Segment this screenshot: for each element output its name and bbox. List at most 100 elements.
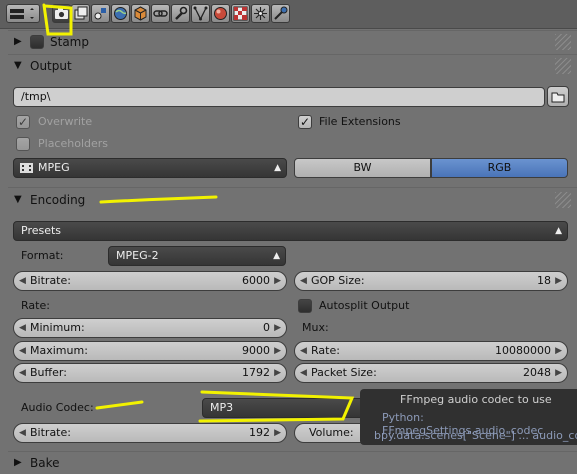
audio-codec-value: MP3 (210, 401, 234, 414)
mux-label: Mux: (302, 321, 329, 334)
collapse-triangle-icon[interactable]: ▼ (14, 189, 22, 211)
packet-size-value: 2048 (523, 366, 551, 379)
particles-icon[interactable] (251, 4, 270, 23)
decrement-arrow-icon[interactable]: ◀ (19, 424, 26, 442)
output-path-field[interactable]: /tmp\ (13, 87, 545, 107)
scene-icon[interactable] (91, 4, 110, 23)
mux-rate-label: Rate: (311, 344, 340, 357)
file-format-dropdown[interactable]: MPEG ▲︎ (13, 158, 287, 178)
constraints-icon[interactable] (151, 4, 170, 23)
stamp-title: Stamp (50, 35, 89, 49)
decrement-arrow-icon[interactable]: ◀ (300, 342, 307, 360)
increment-arrow-icon[interactable]: ▶ (274, 272, 281, 290)
expand-triangle-icon[interactable]: ▶ (14, 31, 22, 53)
decrement-arrow-icon[interactable]: ◀ (300, 364, 307, 382)
overwrite-checkbox[interactable]: ✓ (16, 115, 30, 129)
increment-arrow-icon[interactable]: ▶ (274, 342, 281, 360)
object-icon[interactable] (131, 4, 150, 23)
presets-label: Presets (21, 224, 62, 237)
stamp-panel-header[interactable]: ▶ Stamp (8, 31, 575, 53)
gop-size-field[interactable]: ◀ GOP Size: 18 ▶ (294, 271, 568, 291)
volume-label: Volume: (309, 426, 354, 439)
stamp-checkbox[interactable] (30, 35, 44, 49)
collapse-triangle-icon[interactable]: ▼ (14, 55, 22, 77)
decrement-arrow-icon[interactable]: ◀ (19, 319, 26, 337)
render-camera-icon[interactable] (52, 4, 71, 23)
bitrate-value: 6000 (242, 274, 270, 287)
maximum-value: 9000 (242, 344, 270, 357)
audio-bitrate-value: 192 (249, 426, 270, 439)
editor-type-menu-icon[interactable] (6, 4, 40, 23)
overwrite-label: Overwrite (38, 115, 93, 128)
output-title: Output (30, 59, 72, 73)
file-browser-button[interactable] (547, 86, 569, 107)
minimum-rate-field[interactable]: ◀ Minimum: 0 ▶ (13, 318, 287, 338)
tooltip-data-path: bpy.data.scenes["Scene"] ... audio_codec (374, 429, 577, 442)
buffer-value: 1792 (242, 366, 270, 379)
modifiers-wrench-icon[interactable] (171, 4, 190, 23)
format-dropdown[interactable]: MPEG-2 ▲ (108, 246, 286, 266)
gop-size-value: 18 (537, 274, 551, 287)
color-mode-bw-button[interactable]: BW (294, 158, 431, 178)
packet-size-field[interactable]: ◀ Packet Size: 2048 ▶ (294, 363, 568, 383)
placeholders-checkbox[interactable] (16, 137, 30, 151)
texture-icon[interactable] (231, 4, 250, 23)
expand-triangle-icon[interactable]: ▶ (14, 452, 22, 474)
gop-size-label: GOP Size: (311, 274, 365, 287)
placeholders-label: Placeholders (38, 137, 109, 150)
decrement-arrow-icon[interactable]: ◀ (300, 272, 307, 290)
bitrate-field[interactable]: ◀ Bitrate: 6000 ▶ (13, 271, 287, 291)
tooltip: FFmpeg audio codec to use Python: FFmpeg… (360, 389, 577, 445)
increment-arrow-icon[interactable]: ▶ (555, 272, 562, 290)
packet-size-label: Packet Size: (311, 366, 377, 379)
autosplit-label: Autosplit Output (319, 299, 410, 312)
audio-bitrate-field[interactable]: ◀ Bitrate: 192 ▶ (13, 423, 287, 443)
decrement-arrow-icon[interactable]: ◀ (19, 272, 26, 290)
world-icon[interactable] (111, 4, 130, 23)
increment-arrow-icon[interactable]: ▶ (555, 364, 562, 382)
panel-drag-grip-icon[interactable] (555, 58, 571, 74)
file-format-value: MPEG (38, 161, 70, 174)
minimum-value: 0 (263, 321, 270, 334)
properties-header (0, 0, 577, 29)
dropdown-arrows-icon: ▲ (273, 251, 280, 261)
increment-arrow-icon[interactable]: ▶ (274, 364, 281, 382)
maximum-rate-field[interactable]: ◀ Maximum: 9000 ▶ (13, 341, 287, 361)
tooltip-description: FFmpeg audio codec to use (400, 393, 552, 406)
panel-drag-grip-icon[interactable] (555, 34, 571, 50)
bake-title: Bake (30, 456, 60, 470)
autosplit-checkbox[interactable] (298, 299, 312, 313)
mux-rate-field[interactable]: ◀ Rate: 10080000 ▶ (294, 341, 568, 361)
format-value: MPEG-2 (116, 249, 159, 262)
render-layers-icon[interactable] (71, 4, 90, 23)
output-panel-header[interactable]: ▼ Output (8, 55, 575, 77)
panel-drag-grip-icon[interactable] (555, 192, 571, 208)
increment-arrow-icon[interactable]: ▶ (274, 424, 281, 442)
encoding-title: Encoding (30, 193, 86, 207)
object-data-icon[interactable] (191, 4, 210, 23)
presets-dropdown[interactable]: Presets ▲ (13, 221, 568, 241)
maximum-label: Maximum: (30, 344, 88, 357)
bake-panel-header[interactable]: ▶ Bake (8, 452, 575, 474)
bitrate-label: Bitrate: (30, 274, 71, 287)
decrement-arrow-icon[interactable]: ◀ (19, 364, 26, 382)
audio-bitrate-label: Bitrate: (30, 426, 71, 439)
output-path-value: /tmp\ (21, 90, 51, 103)
buffer-field[interactable]: ◀ Buffer: 1792 ▶ (13, 363, 287, 383)
material-icon[interactable] (211, 4, 230, 23)
file-extensions-checkbox[interactable]: ✓ (298, 115, 312, 129)
movie-icon (20, 163, 33, 173)
audio-codec-dropdown[interactable]: MP3 (202, 398, 368, 418)
audio-codec-label: Audio Codec: (21, 401, 94, 414)
increment-arrow-icon[interactable]: ▶ (274, 319, 281, 337)
file-extensions-label: File Extensions (319, 115, 401, 128)
divider (8, 187, 577, 188)
color-mode-rgb-button[interactable]: RGB (431, 158, 568, 178)
dropdown-arrows-icon: ▲ (555, 226, 562, 236)
mux-rate-value: 10080000 (495, 344, 551, 357)
increment-arrow-icon[interactable]: ▶ (555, 342, 562, 360)
folder-icon (551, 92, 565, 103)
physics-icon[interactable] (271, 4, 290, 23)
encoding-panel-header[interactable]: ▼ Encoding (8, 189, 575, 211)
decrement-arrow-icon[interactable]: ◀ (19, 342, 26, 360)
